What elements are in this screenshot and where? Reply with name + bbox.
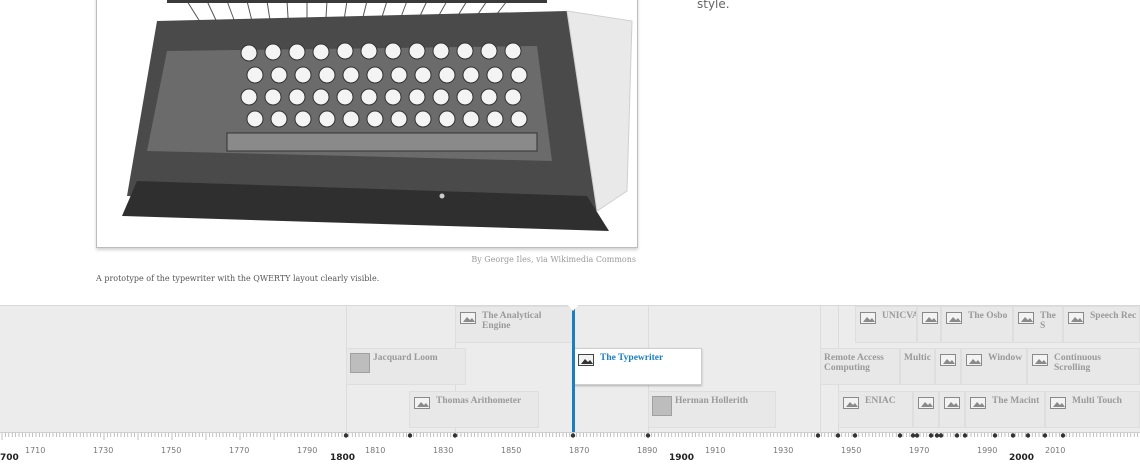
image-icon	[414, 397, 430, 409]
marker-label: Multic	[904, 353, 931, 363]
image-icon	[944, 397, 960, 409]
marker-thomas-arithometer[interactable]: Thomas Arithometer	[409, 391, 539, 428]
slide-content: By George Iles, via Wikimedia Commons A …	[0, 0, 1140, 305]
axis-label: 1990	[977, 446, 998, 455]
image-icon	[946, 312, 962, 324]
thumbnail-image	[652, 396, 672, 416]
axis-label-major: 1900	[669, 453, 695, 463]
marker-the-osbo[interactable]: The Osbo	[941, 306, 1013, 343]
marker-blank-2[interactable]	[935, 348, 961, 385]
image-icon	[1018, 312, 1034, 324]
axis-label: 1710	[25, 446, 46, 455]
marker-the-macint[interactable]: The Macint	[965, 391, 1045, 428]
marker-herman-hollerith[interactable]: Herman Hollerith	[648, 391, 776, 428]
image-icon	[922, 312, 938, 324]
media-credit: By George Iles, via Wikimedia Commons	[471, 255, 636, 264]
marker-continuous-scrolling[interactable]: Continuous Scrolling	[1027, 348, 1140, 385]
marker-label: Window	[988, 353, 1023, 363]
marker-label: UNICVA	[882, 311, 916, 321]
marker-unicvac[interactable]: UNICVA	[855, 306, 917, 343]
marker-label: The Typewriter	[600, 353, 664, 363]
marker-label: ENIAC	[865, 396, 896, 406]
image-icon	[1068, 312, 1084, 324]
marker-label: The Macint	[992, 396, 1040, 406]
active-pointer-notch	[566, 303, 580, 311]
axis-label: 1870	[569, 446, 590, 455]
image-icon	[460, 312, 476, 324]
active-marker-line	[572, 306, 575, 432]
time-axis[interactable]: 1710 1730 1750 1770 1790 1810 1830 1850 …	[0, 432, 1140, 465]
marker-speech-rec[interactable]: Speech Rec	[1063, 306, 1140, 343]
image-icon	[970, 397, 986, 409]
marker-multi-touch[interactable]: Multi Touch	[1045, 391, 1140, 428]
axis-label: 1790	[297, 446, 318, 455]
image-icon	[578, 354, 594, 366]
axis-label: 1930	[773, 446, 794, 455]
axis-label: 1750	[161, 446, 182, 455]
marker-analytical-engine[interactable]: The Analytical Engine	[455, 306, 573, 343]
axis-label: 1830	[433, 446, 454, 455]
axis-label: 1970	[909, 446, 930, 455]
timeline-nav[interactable]: The Analytical Engine UNICVA The Osbo Th…	[0, 305, 1140, 432]
marker-blank-4[interactable]	[939, 391, 965, 428]
marker-multic[interactable]: Multic	[900, 348, 935, 385]
marker-eniac[interactable]: ENIAC	[838, 391, 913, 428]
marker-label: The S	[1040, 311, 1056, 331]
image-icon	[1050, 397, 1066, 409]
thumbnail-image	[350, 353, 370, 373]
slide-text: style.	[697, 0, 730, 11]
media-caption: A prototype of the typewriter with the Q…	[96, 274, 380, 283]
axis-label-major: 1800	[330, 453, 356, 463]
marker-blank-3[interactable]	[913, 391, 939, 428]
image-icon	[843, 397, 859, 409]
marker-blank-1[interactable]	[917, 306, 941, 343]
image-icon	[1032, 354, 1048, 366]
marker-label: The Analytical Engine	[482, 311, 542, 331]
image-icon	[860, 312, 876, 324]
axis-label: 1890	[637, 446, 658, 455]
marker-the-s[interactable]: The S	[1013, 306, 1063, 343]
image-icon	[940, 354, 956, 366]
axis-label: 1850	[501, 446, 522, 455]
marker-label: Remote Access Computing	[824, 353, 884, 373]
axis-label-major: 700	[0, 453, 19, 463]
marker-label: The Osbo	[968, 311, 1008, 321]
axis-label: 2010	[1045, 446, 1066, 455]
axis-label: 1770	[229, 446, 250, 455]
axis-label: 1730	[93, 446, 114, 455]
axis-label: 1910	[705, 446, 726, 455]
marker-window[interactable]: Window	[961, 348, 1027, 385]
axis-label-major: 2000	[1009, 453, 1035, 463]
image-icon	[966, 354, 982, 366]
marker-label: Thomas Arithometer	[436, 396, 522, 406]
typewriter-photo	[96, 0, 638, 248]
marker-label: Jacquard Loom	[373, 353, 438, 363]
axis-label: 1810	[365, 446, 386, 455]
marker-remote-access[interactable]: Remote Access Computing	[820, 348, 900, 385]
image-icon	[918, 397, 934, 409]
axis-label: 1950	[841, 446, 862, 455]
marker-jacquard-loom[interactable]: Jacquard Loom	[346, 348, 466, 385]
marker-label: Continuous Scrolling	[1054, 353, 1101, 373]
marker-label: Speech Rec	[1090, 311, 1137, 321]
marker-typewriter[interactable]: The Typewriter	[573, 348, 702, 385]
marker-label: Multi Touch	[1072, 396, 1122, 406]
marker-label: Herman Hollerith	[675, 396, 749, 406]
